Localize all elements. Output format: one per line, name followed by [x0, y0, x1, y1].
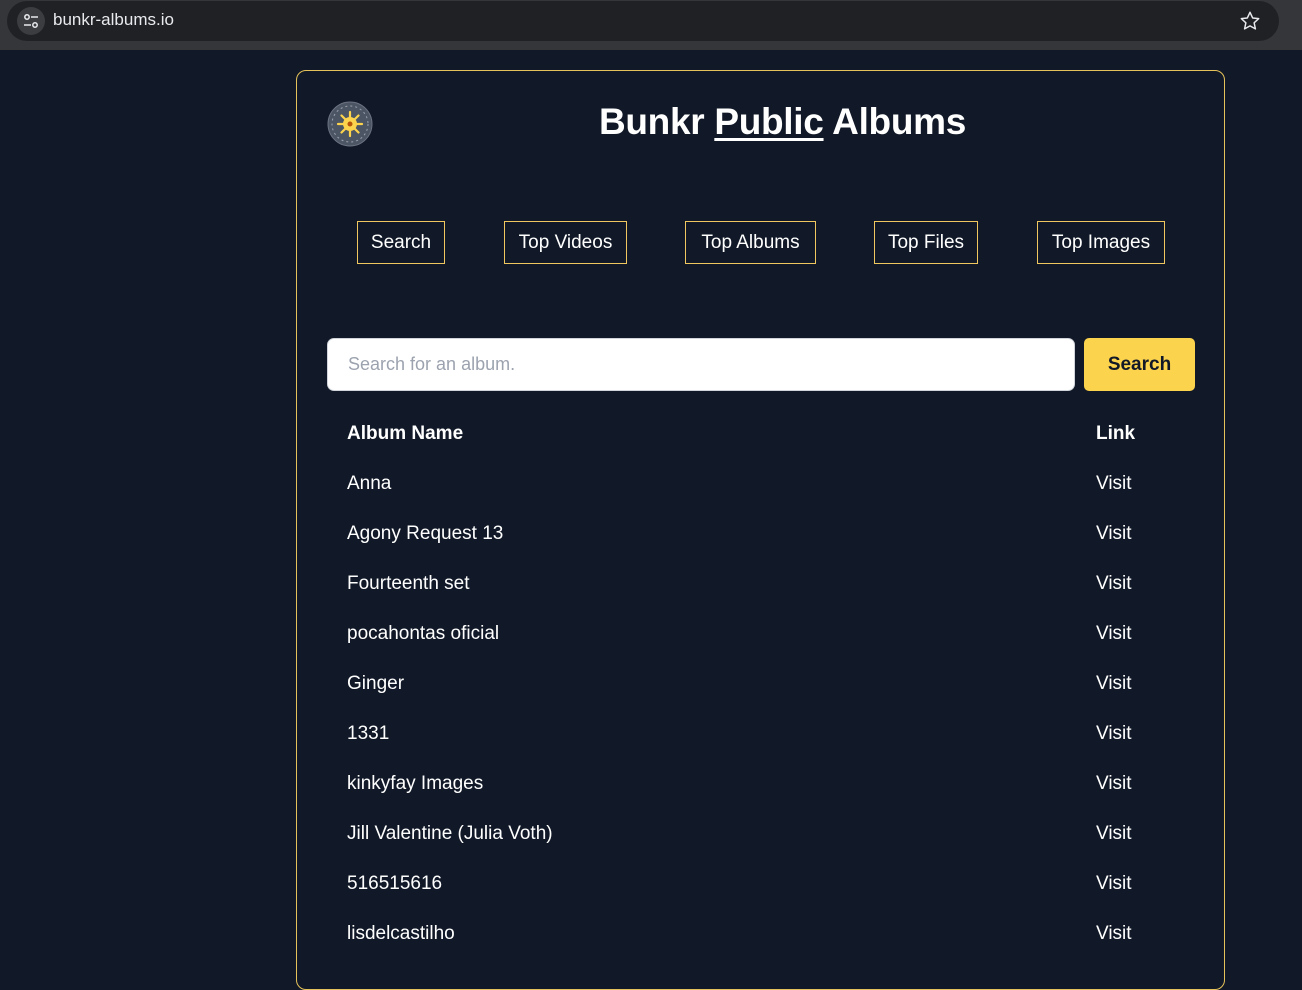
- table-row: Jill Valentine (Julia Voth) Visit: [347, 811, 1147, 861]
- album-name-cell: Jill Valentine (Julia Voth): [347, 823, 553, 844]
- table-row: Agony Request 13 Visit: [347, 511, 1147, 561]
- nav-search-button[interactable]: Search: [357, 221, 445, 264]
- album-name-cell: Ginger: [347, 673, 405, 694]
- column-header-link: Link: [1096, 423, 1136, 444]
- table-row: lisdelcastilho Visit: [347, 911, 1147, 961]
- table-row: Anna Visit: [347, 461, 1147, 511]
- table-row: 516515616 Visit: [347, 861, 1147, 911]
- table-row: Fourteenth set Visit: [347, 561, 1147, 611]
- page-title: Bunkr Public Albums: [297, 101, 1224, 143]
- site-info-icon[interactable]: [17, 7, 45, 35]
- browser-toolbar: bunkr-albums.io: [0, 0, 1302, 50]
- visit-link[interactable]: Visit: [1096, 723, 1132, 745]
- album-name-cell: Agony Request 13: [347, 523, 504, 544]
- visit-link[interactable]: Visit: [1096, 523, 1132, 545]
- title-word-albums: Albums: [832, 101, 967, 142]
- visit-link[interactable]: Visit: [1096, 573, 1132, 595]
- visit-link[interactable]: Visit: [1096, 823, 1132, 845]
- album-name-cell: pocahontas oficial: [347, 623, 500, 644]
- album-name-cell: 1331: [347, 723, 390, 744]
- visit-link[interactable]: Visit: [1096, 473, 1132, 495]
- album-name-cell: Anna: [347, 473, 392, 494]
- album-name-cell: lisdelcastilho: [347, 923, 455, 944]
- bookmark-star-icon[interactable]: [1239, 10, 1261, 36]
- visit-link[interactable]: Visit: [1096, 773, 1132, 795]
- table-row: Ginger Visit: [347, 661, 1147, 711]
- album-name-cell: kinkyfay Images: [347, 773, 484, 794]
- visit-link[interactable]: Visit: [1096, 923, 1132, 945]
- album-search-input[interactable]: [327, 338, 1075, 391]
- table-row: 1331 Visit: [347, 711, 1147, 761]
- column-header-album-name: Album Name: [347, 423, 464, 444]
- table-row: kinkyfay Images Visit: [347, 761, 1147, 811]
- url-text[interactable]: bunkr-albums.io: [53, 10, 174, 30]
- table-header: Album Name Link: [347, 411, 1147, 461]
- title-word-bunkr: Bunkr: [598, 101, 705, 142]
- nav-top-images-button[interactable]: Top Images: [1037, 221, 1165, 264]
- search-submit-button[interactable]: Search: [1084, 338, 1195, 391]
- visit-link[interactable]: Visit: [1096, 623, 1132, 645]
- nav-top-files-button[interactable]: Top Files: [874, 221, 978, 264]
- nav-top-albums-button[interactable]: Top Albums: [685, 221, 816, 264]
- nav-top-videos-button[interactable]: Top Videos: [504, 221, 627, 264]
- album-name-cell: 516515616: [347, 873, 443, 894]
- main-card: Bunkr Public Albums Search Top Videos To…: [296, 70, 1225, 990]
- title-word-public[interactable]: Public: [714, 101, 824, 142]
- table-row: pocahontas oficial Visit: [347, 611, 1147, 661]
- visit-link[interactable]: Visit: [1096, 873, 1132, 895]
- address-bar[interactable]: bunkr-albums.io: [7, 1, 1279, 41]
- album-name-cell: Fourteenth set: [347, 573, 470, 594]
- visit-link[interactable]: Visit: [1096, 673, 1132, 695]
